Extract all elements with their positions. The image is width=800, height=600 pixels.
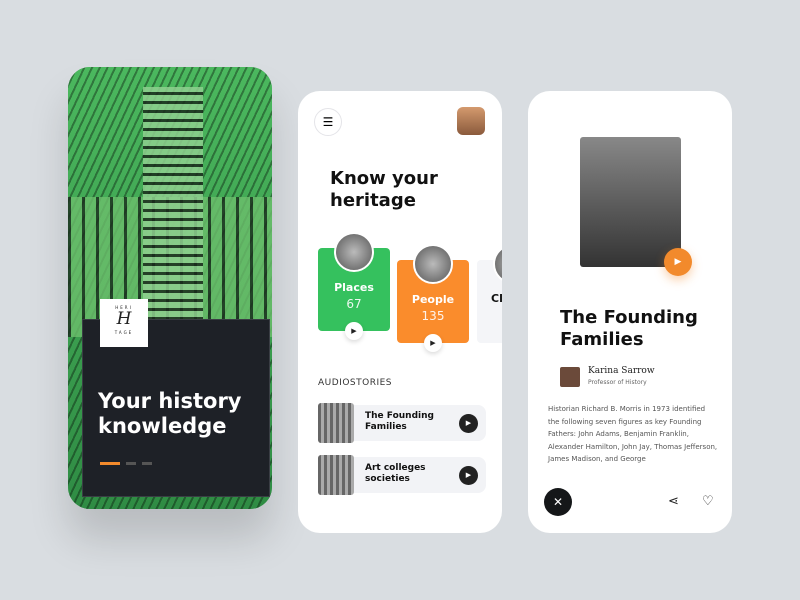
hamburger-icon[interactable]: ☰ — [314, 108, 342, 136]
author-name: Karina Sarrow — [588, 366, 655, 376]
logo-mark: H — [116, 309, 132, 329]
user-avatar[interactable] — [457, 107, 485, 135]
headline-line: knowledge — [98, 414, 227, 438]
play-icon[interactable]: ▶ — [459, 466, 478, 485]
story-description: Historian Richard B. Morris in 1973 iden… — [548, 405, 718, 463]
share-icon[interactable]: ⋖ — [668, 494, 679, 509]
story-title-line: Families — [365, 422, 407, 432]
story-title: The Founding Families — [560, 307, 698, 351]
category-label: Cl — [491, 292, 502, 305]
play-icon[interactable]: ▶ — [424, 334, 442, 352]
section-heading: AUDIOSTORIES — [318, 378, 393, 388]
category-label: Places — [334, 281, 374, 294]
category-thumbnail — [493, 244, 502, 284]
story-photo — [580, 137, 681, 267]
close-icon[interactable]: ✕ — [544, 488, 572, 516]
places-thumbnail — [334, 232, 374, 272]
pager-dot-active[interactable] — [100, 462, 120, 465]
story-title-line: Art colleges — [365, 463, 426, 473]
detail-screen: ▶ The Founding Families Karina Sarrow Pro… — [528, 91, 732, 533]
title-line: The Founding — [560, 307, 698, 328]
people-thumbnail — [413, 244, 453, 284]
category-count: 135 — [421, 309, 445, 323]
category-label: People — [411, 293, 455, 306]
category-card-people[interactable]: People 135 ▶ — [397, 244, 469, 352]
home-screen: ☰ Know your heritage Places 67 ▶ People 1… — [298, 91, 502, 533]
tower-illustration — [143, 87, 203, 347]
story-title-line: The Founding — [365, 411, 434, 421]
author-avatar — [560, 367, 580, 387]
story-thumbnail — [318, 455, 354, 495]
headline-line: Your history — [98, 389, 242, 413]
story-title: The Founding Families — [365, 411, 434, 433]
heritage-logo: HERI H TAGE — [100, 299, 148, 347]
title-line: heritage — [330, 190, 416, 211]
headline: Your history knowledge — [98, 389, 241, 439]
category-count: 67 — [346, 297, 362, 311]
pager-dot[interactable] — [126, 462, 136, 465]
pager-dots[interactable] — [100, 462, 152, 465]
logo-bottom-text: TAGE — [114, 330, 134, 335]
author-role: Professor of History — [588, 379, 647, 386]
pager-dot[interactable] — [142, 462, 152, 465]
story-title-line: societies — [365, 474, 410, 484]
category-card-places[interactable]: Places 67 ▶ — [318, 232, 390, 340]
title-line: Know your — [330, 168, 438, 189]
category-card-partial[interactable]: Cl — [477, 244, 502, 343]
page-title: Know your heritage — [330, 168, 438, 212]
story-thumbnail — [318, 403, 354, 443]
onboarding-screen: HERI H TAGE Your history knowledge — [68, 67, 272, 509]
play-icon[interactable]: ▶ — [345, 322, 363, 340]
story-item[interactable]: Art colleges societies ▶ — [318, 455, 486, 495]
play-icon[interactable]: ▶ — [459, 414, 478, 433]
story-item[interactable]: The Founding Families ▶ — [318, 403, 486, 443]
story-title: Art colleges societies — [365, 463, 426, 485]
heart-icon[interactable]: ♡ — [702, 494, 714, 509]
title-line: Families — [560, 329, 644, 350]
play-icon[interactable]: ▶ — [664, 248, 692, 276]
